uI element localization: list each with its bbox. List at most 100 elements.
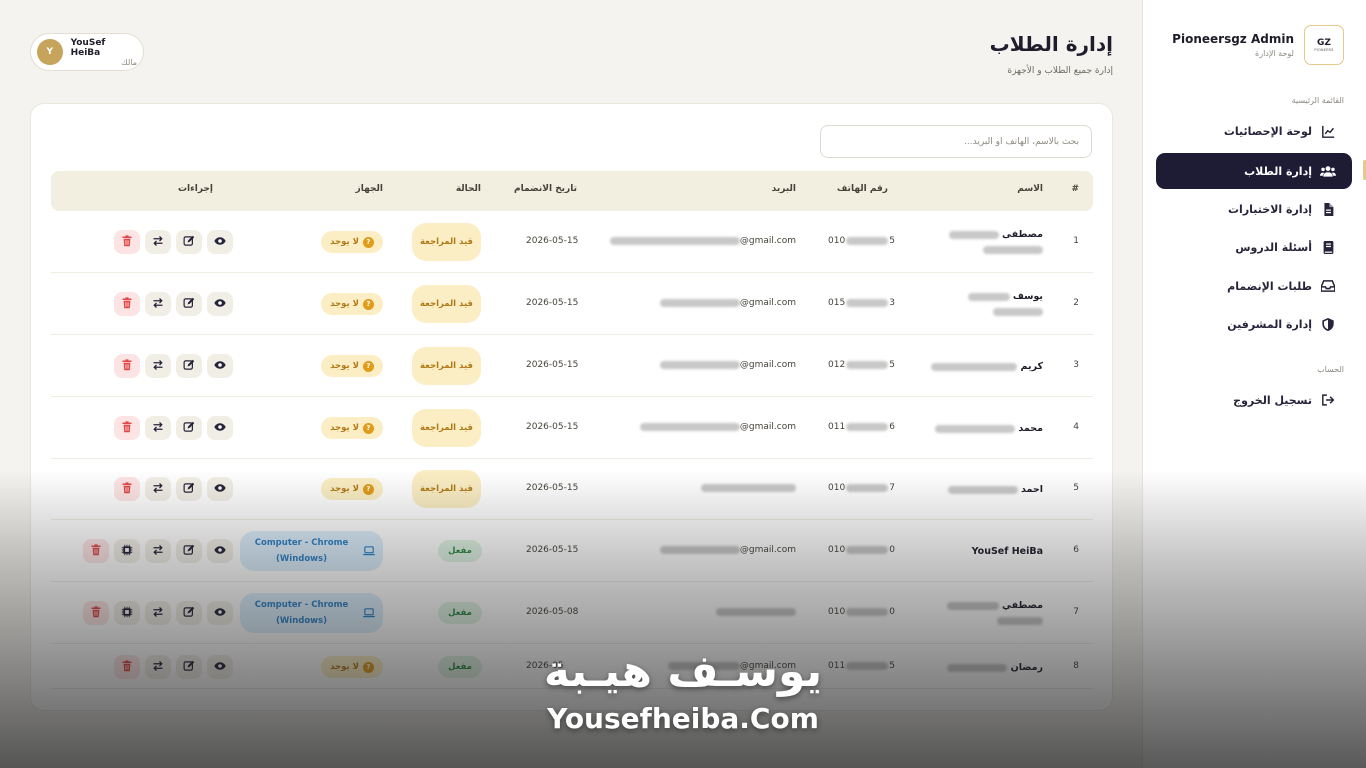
status-badge: قيد المراجعة bbox=[412, 470, 481, 508]
shield-icon bbox=[1320, 316, 1336, 332]
table-row: 7 مصطفي 010 0 2026-05-08 مفعل Computer - Chro… bbox=[51, 582, 1093, 644]
inbox-icon bbox=[1320, 278, 1336, 294]
join-date: 2026-05-15 bbox=[526, 298, 579, 308]
row-actions bbox=[114, 416, 233, 440]
edit-button[interactable] bbox=[176, 477, 202, 501]
view-button[interactable] bbox=[207, 230, 233, 254]
view-button[interactable] bbox=[207, 601, 233, 625]
column-header-email: البريد bbox=[771, 184, 796, 194]
page-subtitle: إدارة جميع الطلاب و الأجهزة bbox=[1007, 66, 1113, 76]
email-address: @gmail.com bbox=[659, 360, 796, 370]
transfer-button[interactable] bbox=[145, 601, 171, 625]
student-name: محمد bbox=[935, 421, 1043, 436]
table-row: 6 YouSef HeiBa 010 0 @gmail.com 2026-05-15 مفع… bbox=[51, 520, 1093, 582]
sidebar-item-supervisors[interactable]: إدارة المشرفين bbox=[1156, 306, 1352, 342]
search-input[interactable] bbox=[820, 125, 1092, 158]
sidebar-item-lesson-questions[interactable]: أسئلة الدروس bbox=[1156, 229, 1352, 265]
view-button[interactable] bbox=[207, 477, 233, 501]
view-button[interactable] bbox=[207, 539, 233, 563]
view-button[interactable] bbox=[207, 416, 233, 440]
view-button[interactable] bbox=[207, 292, 233, 316]
transfer-button[interactable] bbox=[145, 477, 171, 501]
user-role: مالك bbox=[121, 57, 137, 67]
delete-button[interactable] bbox=[83, 601, 109, 625]
chip-icon bbox=[121, 606, 133, 621]
edit-button[interactable] bbox=[176, 230, 202, 254]
status-badge: قيد المراجعة bbox=[412, 347, 481, 385]
logout-icon bbox=[1320, 392, 1336, 408]
transfer-icon bbox=[152, 606, 164, 621]
transfer-button[interactable] bbox=[145, 292, 171, 316]
redacted-text bbox=[639, 422, 740, 431]
transfer-button[interactable] bbox=[145, 230, 171, 254]
email-address: @gmail.com bbox=[659, 545, 796, 555]
edit-button[interactable] bbox=[176, 354, 202, 378]
delete-button[interactable] bbox=[114, 292, 140, 316]
redacted-text bbox=[659, 298, 740, 307]
eye-icon bbox=[214, 359, 226, 374]
student-name-text: احمد bbox=[1021, 484, 1043, 495]
reset-device-button[interactable] bbox=[114, 601, 140, 625]
chip-icon bbox=[121, 544, 133, 559]
trash-icon bbox=[121, 234, 133, 250]
row-index: 7 bbox=[1073, 607, 1079, 617]
table-row: 5 احمد 010 7 2026-05-15 قيد المراجعة ? لا يوجد bbox=[51, 458, 1093, 520]
phone-number: 015 3 bbox=[828, 298, 895, 308]
device-badge: Computer - Chrome (Windows) bbox=[240, 593, 383, 633]
logout-button[interactable]: تسجيل الخروج bbox=[1156, 382, 1352, 418]
edit-button[interactable] bbox=[176, 292, 202, 316]
sidebar-item-exams[interactable]: إدارة الاختبارات bbox=[1156, 191, 1352, 227]
redacted-text bbox=[609, 236, 740, 245]
eye-icon bbox=[214, 235, 226, 250]
edit-button[interactable] bbox=[176, 416, 202, 440]
avatar: Y bbox=[37, 39, 63, 65]
redacted-text bbox=[846, 298, 889, 307]
sidebar-item-join-requests[interactable]: طلبات الإنضمام bbox=[1156, 268, 1352, 304]
column-header-name: الاسم bbox=[1017, 184, 1043, 194]
trash-icon bbox=[121, 358, 133, 374]
email-address bbox=[716, 607, 796, 617]
eye-icon bbox=[214, 482, 226, 497]
sidebar-item-students[interactable]: إدارة الطلاب bbox=[1156, 153, 1352, 189]
join-date: 2026-05-15 bbox=[526, 545, 579, 555]
redacted-text bbox=[993, 307, 1043, 316]
eye-icon bbox=[214, 606, 226, 621]
transfer-button[interactable] bbox=[145, 539, 171, 563]
row-index: 5 bbox=[1073, 483, 1079, 493]
redacted-text bbox=[846, 422, 889, 431]
edit-button[interactable] bbox=[176, 601, 202, 625]
redacted-text bbox=[947, 485, 1018, 494]
delete-button[interactable] bbox=[114, 354, 140, 378]
transfer-button[interactable] bbox=[145, 354, 171, 378]
redacted-text bbox=[967, 292, 1010, 301]
email-address: @gmail.com bbox=[639, 422, 796, 432]
edit-icon bbox=[183, 359, 195, 374]
table-row: 3 كريم 012 5 @gmail.com 2026-05-15 قيد المراج… bbox=[51, 335, 1093, 397]
delete-button[interactable] bbox=[114, 477, 140, 501]
delete-button[interactable] bbox=[114, 230, 140, 254]
student-name: مصطفي bbox=[946, 598, 1043, 628]
redacted-text bbox=[935, 424, 1016, 433]
edit-button[interactable] bbox=[176, 539, 202, 563]
section-label-main: القائمة الرئيسية bbox=[1291, 96, 1344, 105]
sidebar-item-dashboard[interactable]: لوحة الإحصائيات bbox=[1156, 113, 1352, 149]
redacted-text bbox=[983, 245, 1043, 254]
reset-device-button[interactable] bbox=[114, 539, 140, 563]
logo-text: GZ bbox=[1317, 38, 1331, 48]
view-button[interactable] bbox=[207, 354, 233, 378]
delete-button[interactable] bbox=[83, 539, 109, 563]
column-header-index: # bbox=[1071, 184, 1079, 194]
user-menu[interactable]: Y YouSef HeiBa مالك bbox=[30, 33, 144, 71]
row-actions bbox=[114, 477, 233, 501]
sidebar-item-label: لوحة الإحصائيات bbox=[1223, 124, 1312, 138]
transfer-button[interactable] bbox=[145, 416, 171, 440]
row-actions bbox=[114, 230, 233, 254]
laptop-icon bbox=[363, 546, 375, 556]
student-name: يوسف bbox=[967, 289, 1043, 319]
delete-button[interactable] bbox=[114, 416, 140, 440]
question-icon: ? bbox=[362, 360, 374, 372]
device-badge: ? لا يوجد bbox=[321, 355, 383, 377]
join-date: 2026-05-08 bbox=[526, 607, 579, 617]
student-name-text: مصطفى bbox=[1002, 229, 1043, 240]
phone-number: 010 0 bbox=[828, 607, 895, 617]
